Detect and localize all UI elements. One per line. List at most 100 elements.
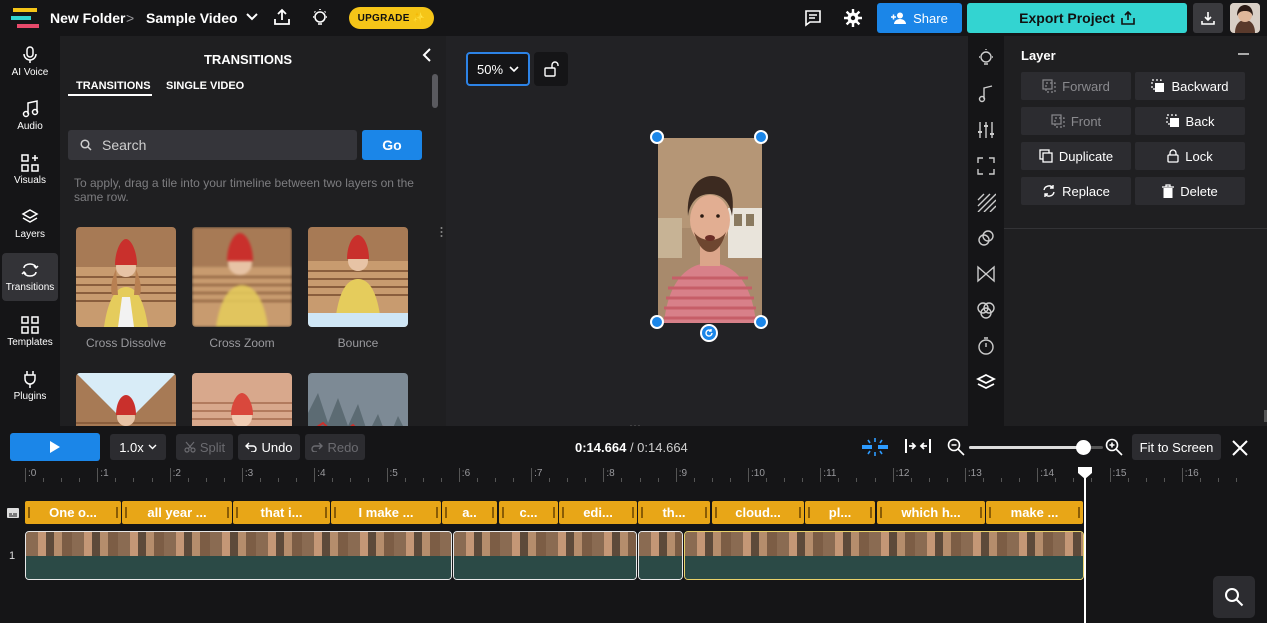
app-logo-icon[interactable] bbox=[11, 7, 39, 29]
layers-icon[interactable] bbox=[976, 372, 996, 392]
audio-note-icon[interactable] bbox=[976, 84, 996, 104]
video-clip-4[interactable] bbox=[684, 531, 1084, 580]
tab-transitions[interactable]: TRANSITIONS bbox=[76, 80, 151, 92]
playhead-marker-icon[interactable] bbox=[1077, 466, 1093, 480]
share-upload-icon[interactable] bbox=[273, 8, 291, 26]
ruler-tick bbox=[241, 468, 243, 482]
subtitle-clip[interactable]: all year ... bbox=[122, 501, 232, 524]
ruler-minor-tick bbox=[151, 478, 153, 482]
duplicate-label: Duplicate bbox=[1058, 148, 1114, 164]
chevron-down-icon[interactable] bbox=[246, 13, 258, 21]
aspect-lock-button[interactable] bbox=[534, 52, 568, 86]
zoom-select[interactable]: 50% bbox=[466, 52, 530, 86]
ruler-minor-tick bbox=[1163, 478, 1165, 482]
link-icon[interactable] bbox=[976, 228, 996, 248]
transition-tile-5[interactable] bbox=[192, 373, 292, 426]
export-project-button[interactable]: Export Project bbox=[967, 3, 1187, 33]
resize-handle-bottom-right[interactable] bbox=[754, 315, 768, 329]
resize-handle-top-left[interactable] bbox=[650, 130, 664, 144]
active-tab-underline bbox=[68, 94, 152, 96]
subtitle-clip[interactable]: One o... bbox=[25, 501, 121, 524]
timer-icon[interactable] bbox=[976, 336, 996, 356]
nav-visuals[interactable]: Visuals bbox=[2, 146, 58, 194]
color-circles-icon[interactable] bbox=[976, 300, 996, 320]
ruler-minor-tick bbox=[79, 478, 81, 482]
panel-resize-handle[interactable] bbox=[440, 226, 443, 238]
replace-button[interactable]: Replace bbox=[1021, 177, 1131, 205]
ruler-minor-tick bbox=[494, 478, 496, 482]
transition-tile-6[interactable] bbox=[308, 373, 408, 426]
lightbulb-icon[interactable] bbox=[976, 48, 996, 68]
video-layer[interactable] bbox=[658, 138, 762, 323]
transition-tile-bounce[interactable] bbox=[308, 227, 408, 327]
subtitle-clip[interactable]: cloud... bbox=[712, 501, 804, 524]
ruler-minor-tick bbox=[946, 478, 948, 482]
ruler-minor-tick bbox=[711, 478, 713, 482]
delete-button[interactable]: Delete bbox=[1135, 177, 1245, 205]
duplicate-button[interactable]: Duplicate bbox=[1021, 142, 1131, 170]
search-input[interactable]: Search bbox=[68, 130, 357, 160]
breadcrumb-folder[interactable]: New Folder bbox=[50, 10, 125, 26]
ruler-minor-tick bbox=[838, 478, 840, 482]
ruler-minor-tick bbox=[350, 478, 352, 482]
subtitle-clip[interactable]: make ... bbox=[986, 501, 1083, 524]
transition-tile-cross-dissolve[interactable] bbox=[76, 227, 176, 327]
video-clip-3[interactable] bbox=[638, 531, 683, 580]
go-button[interactable]: Go bbox=[362, 130, 422, 160]
lock-label: Lock bbox=[1185, 148, 1213, 164]
subtitle-clip[interactable]: which h... bbox=[877, 501, 985, 524]
share-button[interactable]: Share bbox=[877, 3, 962, 33]
ruler-minor-tick bbox=[729, 478, 731, 482]
preview-canvas[interactable]: 50% bbox=[446, 36, 968, 428]
subtitle-clip[interactable]: c... bbox=[499, 501, 558, 524]
search-placeholder: Search bbox=[102, 137, 147, 153]
video-clip-2[interactable] bbox=[453, 531, 637, 580]
video-clip-1[interactable] bbox=[25, 531, 452, 580]
ruler-minor-tick bbox=[43, 478, 45, 482]
transition-tile-4[interactable] bbox=[76, 373, 176, 426]
ruler-minor-tick bbox=[404, 478, 406, 482]
forward-button[interactable]: Forward bbox=[1021, 72, 1131, 100]
back-button[interactable]: Back bbox=[1135, 107, 1245, 135]
minimize-panel-icon[interactable] bbox=[1238, 53, 1249, 55]
search-button[interactable] bbox=[1213, 576, 1255, 618]
resize-handle-top-right[interactable] bbox=[754, 130, 768, 144]
playhead[interactable] bbox=[1084, 468, 1086, 623]
transition-tile-cross-zoom[interactable] bbox=[192, 227, 292, 327]
filter-pattern-icon[interactable] bbox=[976, 192, 996, 212]
nav-plugins[interactable]: Plugins bbox=[2, 362, 58, 410]
adjust-sliders-icon[interactable] bbox=[976, 120, 996, 140]
nav-templates[interactable]: Templates bbox=[2, 308, 58, 356]
lock-button[interactable]: Lock bbox=[1135, 142, 1245, 170]
subtitle-clip[interactable]: pl... bbox=[805, 501, 875, 524]
nav-audio[interactable]: Audio bbox=[2, 92, 58, 140]
subtitle-clip[interactable]: edi... bbox=[559, 501, 637, 524]
gear-icon[interactable] bbox=[844, 9, 862, 27]
nav-layers[interactable]: Layers bbox=[2, 200, 58, 248]
subtitle-clip[interactable]: I make ... bbox=[331, 501, 441, 524]
crop-icon[interactable] bbox=[976, 156, 996, 176]
ruler-minor-tick bbox=[1073, 478, 1075, 482]
collapse-panel-icon[interactable] bbox=[422, 48, 432, 62]
subtitle-clip[interactable]: th... bbox=[638, 501, 710, 524]
subtitle-clip[interactable]: a.. bbox=[442, 501, 497, 524]
forward-label: Forward bbox=[1062, 78, 1110, 94]
nav-transitions[interactable]: Transitions bbox=[2, 253, 58, 301]
front-button[interactable]: Front bbox=[1021, 107, 1131, 135]
upgrade-button[interactable]: UPGRADE ✨ bbox=[349, 7, 434, 29]
avatar[interactable] bbox=[1230, 3, 1260, 33]
subtitle-clip[interactable]: that i... bbox=[233, 501, 330, 524]
nav-ai-voice[interactable]: AI Voice bbox=[2, 38, 58, 86]
download-button[interactable] bbox=[1193, 3, 1223, 33]
transition-bowtie-icon[interactable] bbox=[976, 264, 996, 284]
export-icon bbox=[1121, 11, 1135, 25]
backward-button[interactable]: Backward bbox=[1135, 72, 1245, 100]
rotate-handle[interactable] bbox=[700, 324, 718, 342]
resize-handle-bottom-left[interactable] bbox=[650, 315, 664, 329]
panel-scrollbar[interactable] bbox=[432, 74, 438, 108]
comments-icon[interactable] bbox=[804, 9, 822, 27]
project-name[interactable]: Sample Video bbox=[146, 10, 238, 26]
lightbulb-icon[interactable] bbox=[311, 8, 329, 28]
tab-single-video[interactable]: SINGLE VIDEO bbox=[166, 80, 244, 92]
tile-label: Cross Dissolve bbox=[85, 336, 166, 350]
